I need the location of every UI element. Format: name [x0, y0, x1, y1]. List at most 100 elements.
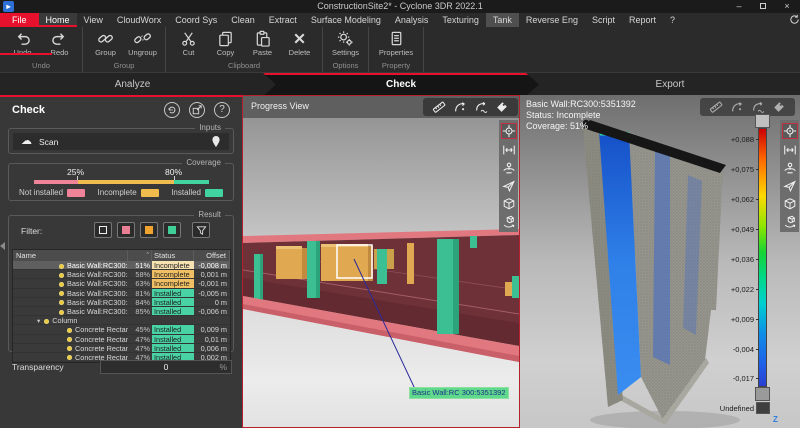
fly-mode-icon[interactable] — [783, 179, 797, 193]
close-button[interactable]: × — [776, 0, 798, 13]
table-row[interactable]: Concrete Rectangular:RC 47% Installed 0,… — [13, 344, 230, 353]
properties-button[interactable]: Properties — [373, 28, 419, 60]
settings-button[interactable]: Settings — [327, 28, 364, 60]
menu-tank[interactable]: Tank — [486, 13, 519, 27]
workflow-tab-check[interactable]: Check — [263, 73, 539, 96]
panel-collapse-arrow[interactable] — [0, 242, 5, 250]
menu-clean[interactable]: Clean — [224, 13, 262, 27]
undo-button[interactable]: Undo — [4, 28, 41, 60]
inspection-view[interactable]: Basic Wall:RC300:5351392 Status: Incompl… — [520, 95, 800, 428]
table-row[interactable]: Basic Wall:RC300:5344085 85% Installed -… — [13, 307, 230, 316]
filter-all-button[interactable] — [94, 222, 112, 238]
scan-input-row[interactable]: ☁ Scan — [13, 133, 229, 150]
progress-view[interactable]: Progress View — [242, 95, 520, 428]
coverage-bar[interactable] — [34, 180, 209, 184]
picker-pin-icon[interactable] — [210, 135, 222, 148]
center-selection-icon[interactable] — [782, 123, 798, 139]
center-selection-icon[interactable] — [501, 123, 517, 139]
table-row[interactable]: Basic Wall:RC300:5340925 58% Incomplete … — [13, 270, 230, 279]
scale-label: -0,004 — [714, 345, 754, 354]
reset-button[interactable] — [164, 102, 180, 118]
fly-mode-icon[interactable] — [502, 179, 516, 193]
wall-annotation-tag[interactable]: Basic Wall:RC 300:5351392 — [409, 387, 509, 399]
annotation-wave-icon[interactable] — [474, 100, 488, 114]
menu-analysis[interactable]: Analysis — [388, 13, 436, 27]
chevron-down-icon[interactable]: ▾ — [37, 318, 40, 324]
menu-cloudworx[interactable]: CloudWorx — [110, 13, 168, 27]
ungroup-button[interactable]: Ungroup — [124, 28, 161, 60]
table-row[interactable]: Basic Wall:RC300:5337854 84% Installed 0… — [13, 298, 230, 307]
element-icon — [59, 310, 64, 315]
undefined-swatch[interactable] — [756, 402, 770, 414]
menu-script[interactable]: Script — [585, 13, 622, 27]
zoom-fit-icon[interactable] — [783, 143, 797, 157]
filter-incomplete-button[interactable] — [140, 222, 158, 238]
ruler-icon[interactable] — [432, 100, 446, 114]
maximize-button[interactable] — [752, 0, 774, 13]
table-row[interactable]: Concrete Rectangular:RC 47% Installed 0,… — [13, 335, 230, 344]
annotation-icon[interactable] — [453, 100, 467, 114]
viewport-toolbar — [780, 120, 799, 232]
workflow-tab-export[interactable]: Export — [540, 73, 800, 96]
annotation-icon[interactable] — [730, 100, 744, 114]
manipulate-icon[interactable] — [502, 215, 516, 229]
scale-overflow-low-swatch[interactable] — [755, 387, 770, 401]
menu-help[interactable]: ? — [663, 13, 682, 27]
menu-surface-modeling[interactable]: Surface Modeling — [304, 13, 388, 27]
coverage-low-value[interactable]: 25% — [67, 167, 84, 177]
minimize-button[interactable]: – — [728, 0, 750, 13]
filter-not-installed-button[interactable] — [117, 222, 135, 238]
cut-button[interactable]: Cut — [170, 28, 207, 60]
table-group-row[interactable]: ▾Column — [13, 316, 230, 325]
ruler-icon[interactable] — [709, 100, 723, 114]
filter-installed-button[interactable] — [163, 222, 181, 238]
scale-label: -0,017 — [714, 374, 754, 383]
panel-title: Check — [12, 104, 45, 116]
annotation-wave-icon[interactable] — [751, 100, 765, 114]
menu-coordsys[interactable]: Coord Sys — [168, 13, 224, 27]
element-icon — [44, 319, 49, 324]
view-cube-icon[interactable] — [783, 197, 797, 211]
manipulate-icon[interactable] — [783, 215, 797, 229]
zoom-fit-icon[interactable] — [502, 143, 516, 157]
tag-icon[interactable] — [495, 100, 509, 114]
detach-view-button[interactable] — [189, 102, 205, 118]
copy-button[interactable]: Copy — [207, 28, 244, 60]
delete-button[interactable]: Delete — [281, 28, 318, 60]
filter-funnel-button[interactable] — [192, 222, 210, 238]
sync-icon[interactable] — [782, 13, 800, 27]
menu-texturing[interactable]: Texturing — [435, 13, 486, 27]
table-row[interactable]: Concrete Rectangular:RC 45% Installed 0,… — [13, 325, 230, 334]
view-cube-icon[interactable] — [502, 197, 516, 211]
table-row[interactable]: Basic Wall:RC300:5339844 81% Installed -… — [13, 289, 230, 298]
scan-label: Scan — [39, 137, 58, 147]
menu-extract[interactable]: Extract — [262, 13, 304, 27]
workflow-bar: Analyze Check Export — [0, 72, 800, 95]
table-header[interactable]: Name ˆ Status Offset — [13, 250, 230, 261]
group-icon — [97, 30, 114, 47]
menu-file[interactable]: File — [0, 13, 39, 27]
help-button[interactable]: ? — [214, 102, 230, 118]
table-row[interactable]: Basic Wall:RC300:5339986 63% Incomplete … — [13, 279, 230, 288]
orbit-camera-icon[interactable] — [502, 161, 516, 175]
color-scale-bar[interactable] — [758, 128, 767, 387]
table-row[interactable]: Basic Wall:RC300:5351392 51% Incomplete … — [13, 261, 230, 270]
ribbon-accent-line — [0, 53, 52, 55]
coverage-segment-not-installed — [34, 180, 78, 184]
group-button[interactable]: Group — [87, 28, 124, 60]
tag-icon[interactable] — [772, 100, 786, 114]
scale-overflow-high-swatch[interactable] — [755, 114, 770, 128]
paste-button[interactable]: Paste — [244, 28, 281, 60]
transparency-row: Transparency 0 % — [0, 360, 242, 374]
transparency-label: Transparency — [12, 362, 64, 372]
transparency-slider[interactable]: 0 % — [100, 360, 232, 374]
orbit-camera-icon[interactable] — [783, 161, 797, 175]
progress-3d-scene[interactable] — [243, 118, 519, 427]
workflow-tab-analyze[interactable]: Analyze — [0, 73, 265, 96]
redo-button[interactable]: Redo — [41, 28, 78, 60]
menu-view[interactable]: View — [77, 13, 110, 27]
settings-icon — [337, 30, 354, 47]
menu-report[interactable]: Report — [622, 13, 663, 27]
menu-home[interactable]: Home — [39, 13, 77, 27]
menu-reverse-eng[interactable]: Reverse Eng — [519, 13, 585, 27]
